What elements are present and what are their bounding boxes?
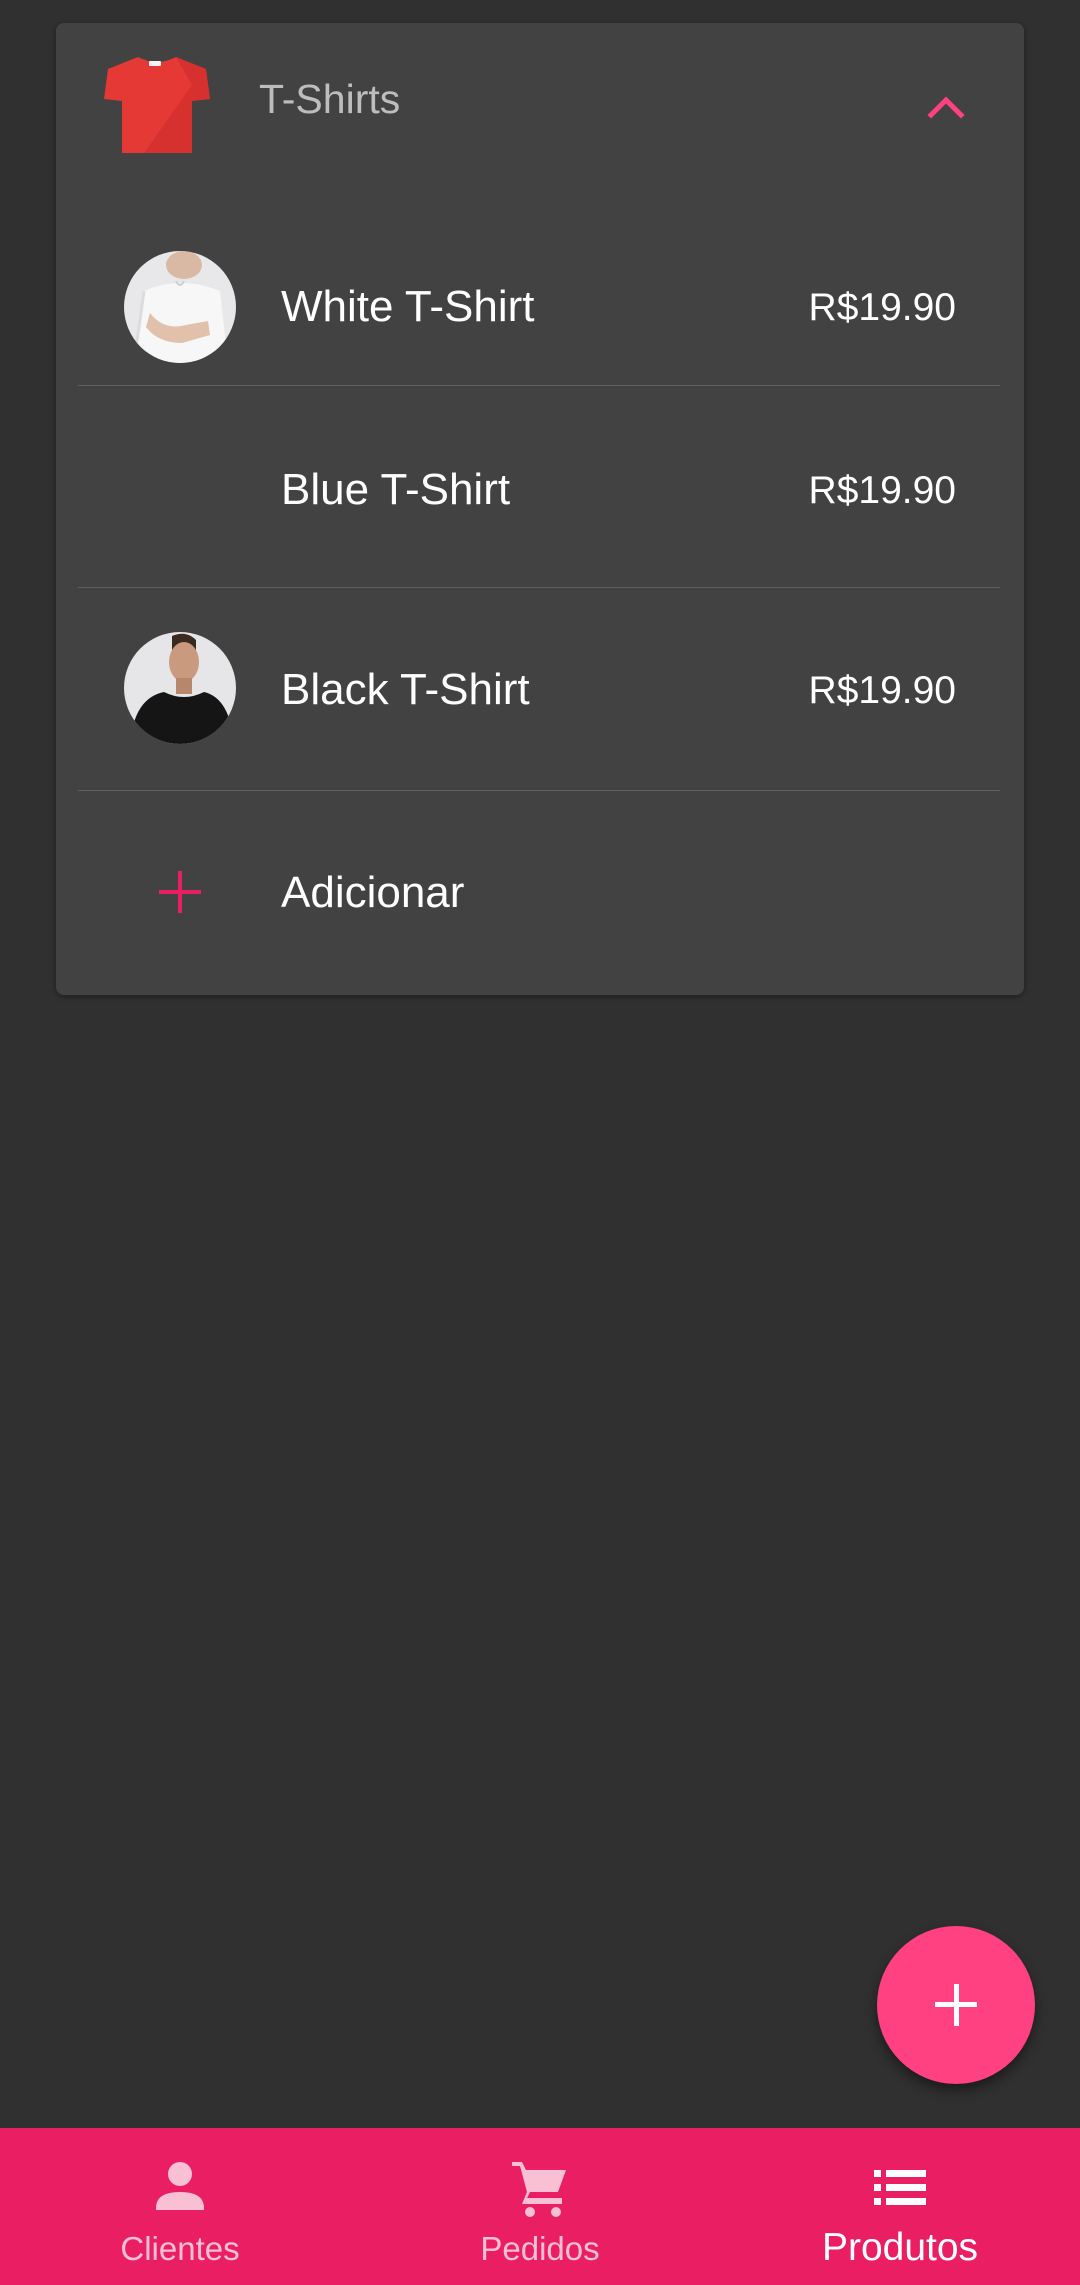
add-product-label: Adicionar: [281, 868, 465, 917]
add-product-row[interactable]: Adicionar: [56, 791, 1024, 993]
nav-item-pedidos[interactable]: Pedidos: [360, 2128, 720, 2285]
category-card: T-Shirts White T-Shirt R$19.90 Blue T-Sh…: [56, 23, 1024, 995]
products-screen: T-Shirts White T-Shirt R$19.90 Blue T-Sh…: [0, 0, 1080, 2285]
cart-icon: [510, 2158, 570, 2218]
person-icon: [150, 2158, 210, 2218]
product-name: Blue T-Shirt: [281, 465, 511, 514]
nav-label: Clientes: [120, 2230, 240, 2267]
plus-icon: [935, 1984, 977, 2026]
category-title: T-Shirts: [259, 76, 401, 122]
chevron-up-icon: [927, 96, 965, 119]
list-icon: [870, 2158, 930, 2218]
product-avatar: [124, 632, 236, 744]
t-shirt-icon: [104, 55, 210, 155]
product-row[interactable]: White T-Shirt R$19.90: [56, 206, 1024, 408]
bottom-navigation: Clientes Pedidos Produtos: [0, 2128, 1080, 2285]
collapse-button[interactable]: [916, 83, 976, 133]
nav-item-produtos[interactable]: Produtos: [720, 2128, 1080, 2285]
product-avatar: [124, 251, 236, 363]
nav-label: Pedidos: [480, 2230, 600, 2267]
plus-icon: [157, 869, 203, 915]
product-name: White T-Shirt: [281, 282, 535, 331]
nav-item-clientes[interactable]: Clientes: [0, 2128, 360, 2285]
product-name: Black T-Shirt: [281, 665, 530, 714]
product-price: R$19.90: [808, 286, 956, 329]
product-row[interactable]: Black T-Shirt R$19.90: [56, 588, 1024, 790]
add-fab-button[interactable]: [877, 1926, 1035, 2084]
nav-label: Produtos: [821, 2226, 979, 2269]
product-row[interactable]: Blue T-Shirt R$19.90: [56, 386, 1024, 588]
category-header[interactable]: T-Shirts: [56, 23, 1024, 183]
product-price: R$19.90: [808, 669, 956, 712]
product-price: R$19.90: [808, 469, 956, 512]
